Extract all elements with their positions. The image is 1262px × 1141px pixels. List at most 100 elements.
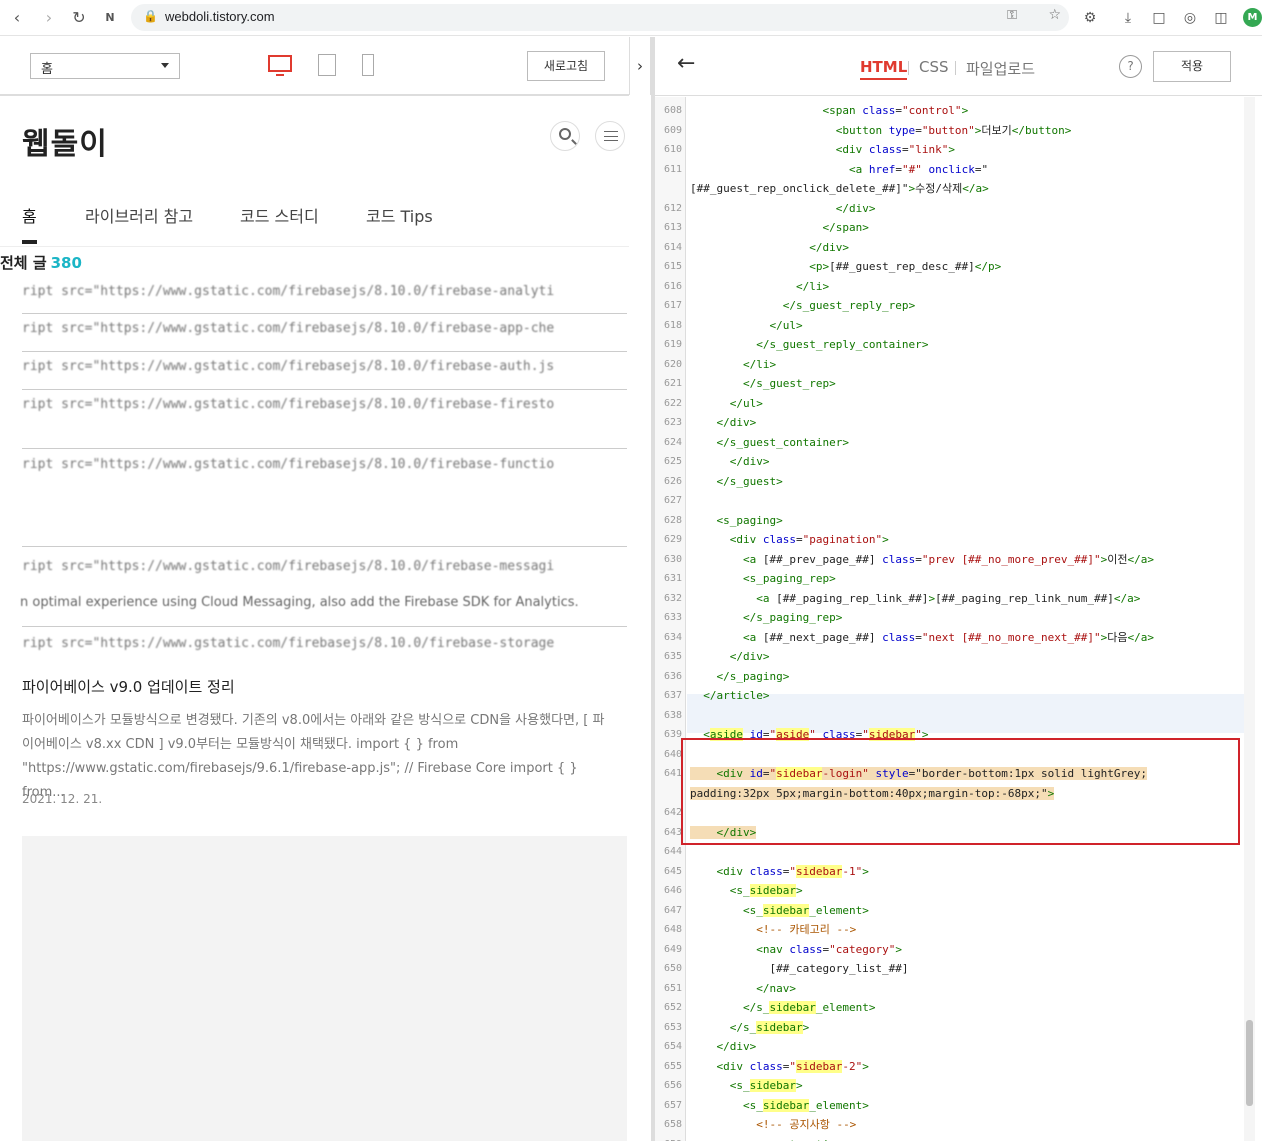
code-text: <p>[##_guest_rep_desc_##]</p> (809, 260, 1002, 273)
tablet-view-icon[interactable] (318, 54, 336, 76)
blurred-rule (22, 546, 627, 547)
line-number: 655 (663, 1060, 682, 1072)
line-number: 616 (663, 280, 682, 292)
key-icon[interactable]: ⚿ (1007, 8, 1017, 23)
post-summary[interactable]: 파이어베이스가 모듈방식으로 변경됐다. 기존의 v8.0에서는 아래와 같은 … (22, 709, 607, 805)
blurred-code-line: ript src="https://www.gstatic.com/fireba… (22, 457, 555, 472)
code-text: </s_guest_reply_rep> (782, 299, 916, 312)
code-text: </ul> (729, 396, 763, 410)
line-number: 645 (663, 865, 682, 877)
nav-tab-code-study[interactable]: 코드 스터디 (240, 203, 319, 227)
page-select[interactable]: 홈 (30, 53, 180, 79)
line-number: 624 (663, 436, 682, 448)
line-number: 647 (663, 904, 682, 916)
code-text: </div> (729, 650, 770, 663)
preview-pane: 홈 새로고침 웹돌이 홈 라이브러리 참고 코드 스터디 코드 Tips 전체 … (0, 37, 629, 1141)
back-icon[interactable]: ‹ (6, 7, 28, 29)
caret-down-icon (161, 63, 169, 68)
line-number: 629 (663, 534, 682, 545)
desktop-view-icon[interactable] (268, 55, 292, 76)
line-number: 636 (663, 670, 682, 682)
blurred-rule (22, 351, 627, 352)
bookmark-star-icon[interactable]: ☆ (1048, 7, 1061, 23)
tab-separator (908, 61, 909, 75)
code-text: </li> (795, 279, 830, 293)
code-editor[interactable]: 608 <span class="control"> 609 <button ty… (655, 97, 1252, 1141)
line-number: 639 (663, 729, 682, 740)
sidebar-icon[interactable]: ◫ (1210, 7, 1232, 29)
nav-tab-home[interactable]: 홈 (22, 203, 37, 227)
refresh-button[interactable]: 새로고침 (527, 51, 605, 81)
total-posts: 전체 글 380 (0, 252, 82, 273)
page-select-value: 홈 (41, 62, 53, 77)
code-text: </s_guest> (716, 474, 783, 488)
menu-button[interactable] (595, 121, 625, 151)
code-text: <s_sidebar_element> (742, 1098, 869, 1112)
post-date: 2021. 12. 21. (22, 792, 103, 806)
profile-avatar[interactable]: M (1243, 8, 1262, 27)
code-text: <!-- 카테고리 --> (690, 923, 857, 936)
blurred-code-line: ript src="https://www.gstatic.com/fireba… (22, 397, 555, 412)
mobile-view-icon[interactable] (362, 54, 374, 76)
code-text: </span> (822, 221, 869, 234)
code-text: <s_paging> (716, 513, 783, 527)
code-text: <s_sidebar> (729, 1079, 803, 1092)
nav-tab-library[interactable]: 라이브러리 참고 (85, 203, 193, 227)
code-text: </article> (703, 689, 770, 702)
line-number: 631 (663, 573, 682, 584)
screenshot-icon[interactable]: ◎ (1179, 7, 1201, 29)
editor-scrollbar[interactable] (1246, 1020, 1253, 1106)
blog-title[interactable]: 웹돌이 (22, 119, 108, 163)
cast-icon[interactable]: □ (1148, 7, 1170, 29)
download-icon[interactable]: ⤓ (1117, 7, 1139, 29)
code-text: <a [##_next_page_##] class="next [##_no_… (742, 630, 1155, 644)
line-number: 620 (663, 358, 682, 370)
line-number: 634 (663, 631, 682, 643)
code-text: </s_guest_rep> (742, 377, 836, 390)
line-number: 625 (663, 456, 682, 467)
line-number: 635 (663, 651, 682, 662)
code-text: <nav class="category"> (756, 942, 902, 956)
code-text: [##_guest_rep_onclick_delete_##]">수정/삭제<… (690, 182, 989, 195)
line-number: 646 (663, 885, 682, 896)
address-bar[interactable]: 🔒 webdoli.tistory.com ⚿ ☆ (131, 4, 1069, 31)
line-number: 627 (663, 495, 682, 506)
line-number: 658 (663, 1119, 682, 1130)
notion-icon[interactable]: N (99, 7, 121, 29)
line-number: 644 (663, 846, 682, 857)
collapse-preview-button[interactable]: › (629, 37, 651, 95)
url-text[interactable]: webdoli.tistory.com (165, 9, 275, 24)
apply-button[interactable]: 적용 (1153, 51, 1231, 82)
blog-nav: 홈 라이브러리 참고 코드 스터디 코드 Tips (22, 203, 622, 243)
preview-toolbar: 홈 새로고침 (0, 37, 629, 96)
code-text: </s_paging> (716, 669, 790, 683)
line-number: 649 (663, 943, 682, 955)
nav-tab-code-tips[interactable]: 코드 Tips (366, 203, 433, 227)
post-title[interactable]: 파이어베이스 v9.0 업데이트 정리 (22, 676, 235, 697)
code-text: </s_guest_reply_container> (756, 338, 929, 351)
line-number: 638 (663, 709, 682, 721)
line-number: 648 (663, 924, 682, 935)
tab-css[interactable]: CSS (919, 58, 949, 76)
search-button[interactable] (550, 121, 580, 151)
line-number: 614 (663, 241, 682, 253)
back-arrow-icon[interactable]: ← (677, 51, 695, 76)
forward-icon[interactable]: › (38, 7, 60, 29)
line-number: 608 (663, 105, 682, 116)
divider (0, 246, 629, 247)
tab-html[interactable]: HTML (860, 58, 908, 80)
line-number: 642 (663, 807, 682, 818)
code-text: <div class="link"> (835, 143, 955, 156)
reload-icon[interactable]: ↻ (68, 7, 90, 29)
help-icon[interactable]: ? (1119, 55, 1142, 78)
line-number: 628 (663, 514, 682, 526)
code-text: [##_category_list_##] (690, 962, 909, 975)
editor-scroll-track[interactable] (1244, 97, 1255, 1141)
code-text: <s_paging_rep> (742, 572, 836, 585)
extensions-icon[interactable]: ⚙ (1079, 7, 1101, 29)
line-number: 630 (663, 553, 682, 565)
tab-file-upload[interactable]: 파일업로드 (966, 58, 1035, 79)
editor-pane: ← HTML CSS 파일업로드 ? 적용 608 <span class="c… (655, 37, 1262, 1141)
post-thumbnail-placeholder[interactable] (22, 836, 627, 1141)
line-number: 609 (663, 124, 682, 136)
